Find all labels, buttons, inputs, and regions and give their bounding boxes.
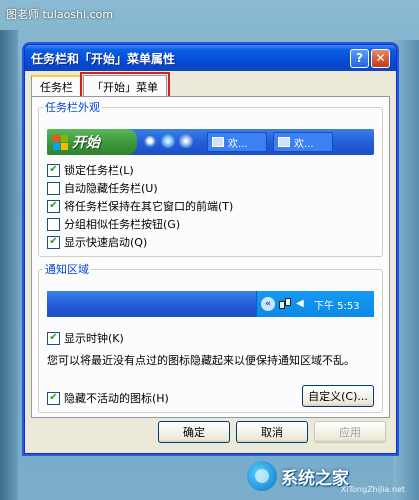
- option-label: 自动隐藏任务栏(U): [64, 182, 158, 195]
- option-keep-on-top[interactable]: ✔ 将任务栏保持在其它窗口的前端(T): [47, 197, 233, 215]
- start-button-preview: 开始: [47, 129, 137, 155]
- notify-description: 您可以将最近没有点过的图标隐藏起来以便保持通知区域不乱。: [47, 354, 355, 367]
- option-lock-taskbar[interactable]: ✔ 锁定任务栏(L): [47, 161, 233, 179]
- windows-logo-icon: [53, 134, 68, 150]
- media-player-icon: [161, 134, 175, 148]
- option-label: 分组相似任务栏按钮(G): [64, 218, 181, 231]
- brand-url: XiTongZhiJia.net: [340, 485, 405, 494]
- tray-preview: « ◀ 下午 5:53: [47, 291, 374, 317]
- backdrop-edge-left: [0, 30, 18, 500]
- appearance-options: ✔ 锁定任务栏(L) 自动隐藏任务栏(U) ✔ 将任务栏保持在其它窗口的前端(T…: [47, 161, 233, 251]
- title-bar[interactable]: 任务栏和「开始」菜单属性 ? ✕: [25, 45, 396, 71]
- notification-area-group: 通知区域 « ◀ 下午 5:53 ✔ 显示时钟(K) 您可以将最近没有点过的图标…: [38, 261, 383, 413]
- help-icon[interactable]: ?: [350, 48, 369, 68]
- properties-dialog: 任务栏和「开始」菜单属性 ? ✕ 任务栏 「开始」菜单 任务栏外观 开始 欢..…: [24, 44, 397, 454]
- taskbar-preview: 开始 欢... 欢...: [47, 129, 374, 155]
- system-tray: « ◀ 下午 5:53: [256, 291, 374, 317]
- task-button-1: 欢...: [207, 132, 267, 152]
- checkbox-hide-inactive[interactable]: ✔: [47, 391, 60, 405]
- window-icon: [278, 137, 290, 147]
- dialog-buttons: 确定 取消 应用: [152, 421, 386, 443]
- tab-panel-taskbar: 任务栏外观 开始 欢... 欢... ✔ 锁定任务栏(L) 自动隐藏任务栏(U)…: [31, 96, 390, 418]
- option-label: 将任务栏保持在其它窗口的前端(T): [64, 200, 234, 213]
- task-button-2: 欢...: [273, 132, 333, 152]
- window-icon: [212, 137, 224, 147]
- task-button-1-label: 欢...: [228, 138, 248, 150]
- brand-logo-icon: [247, 461, 277, 491]
- option-auto-hide[interactable]: 自动隐藏任务栏(U): [47, 179, 233, 197]
- notify-legend: 通知区域: [45, 263, 89, 276]
- customize-button[interactable]: 自定义(C)...: [302, 385, 374, 407]
- ie-icon: [143, 134, 157, 148]
- checkbox-group-buttons[interactable]: [47, 217, 60, 231]
- show-clock-option[interactable]: ✔ 显示时钟(K): [47, 329, 124, 347]
- start-label: 开始: [72, 135, 100, 151]
- tab-bar: 任务栏 「开始」菜单: [31, 72, 170, 100]
- option-group-buttons[interactable]: 分组相似任务栏按钮(G): [47, 215, 233, 233]
- hide-inactive-option[interactable]: ✔ 隐藏不活动的图标(H): [47, 389, 169, 407]
- chevron-left-icon: «: [261, 297, 275, 311]
- tab-start-menu[interactable]: 「开始」菜单: [80, 72, 170, 100]
- checkbox-lock-taskbar[interactable]: ✔: [47, 163, 60, 177]
- option-label: 显示时钟(K): [64, 332, 124, 345]
- checkbox-show-clock[interactable]: ✔: [47, 331, 60, 345]
- option-label: 锁定任务栏(L): [64, 164, 134, 177]
- brand-watermark: 系统之家 XiTongZhiJia.net: [247, 458, 415, 494]
- close-icon[interactable]: ✕: [371, 48, 390, 68]
- network-icon: [279, 298, 293, 310]
- site-watermark: 图老师 tulaoshi.com: [6, 8, 114, 21]
- taskbar-appearance-group: 任务栏外观 开始 欢... 欢... ✔ 锁定任务栏(L) 自动隐藏任务栏(U)…: [38, 99, 383, 257]
- ok-button[interactable]: 确定: [158, 421, 230, 443]
- option-quick-launch[interactable]: ✔ 显示快速启动(Q): [47, 233, 233, 251]
- checkbox-auto-hide[interactable]: [47, 181, 60, 195]
- tray-clock: 下午 5:53: [314, 300, 360, 312]
- window-title: 任务栏和「开始」菜单属性: [31, 51, 176, 66]
- desktop-icon: [179, 134, 193, 148]
- cancel-button[interactable]: 取消: [236, 421, 308, 443]
- option-label: 显示快速启动(Q): [64, 236, 148, 249]
- tab-taskbar[interactable]: 任务栏: [31, 75, 82, 98]
- checkbox-keep-on-top[interactable]: ✔: [47, 199, 60, 213]
- option-label: 隐藏不活动的图标(H): [64, 392, 169, 405]
- brand-name: 系统之家: [281, 468, 349, 489]
- task-button-2-label: 欢...: [294, 138, 314, 150]
- volume-icon: ◀: [296, 298, 304, 309]
- checkbox-quick-launch[interactable]: ✔: [47, 235, 60, 249]
- appearance-legend: 任务栏外观: [45, 101, 100, 114]
- apply-button[interactable]: 应用: [314, 421, 386, 443]
